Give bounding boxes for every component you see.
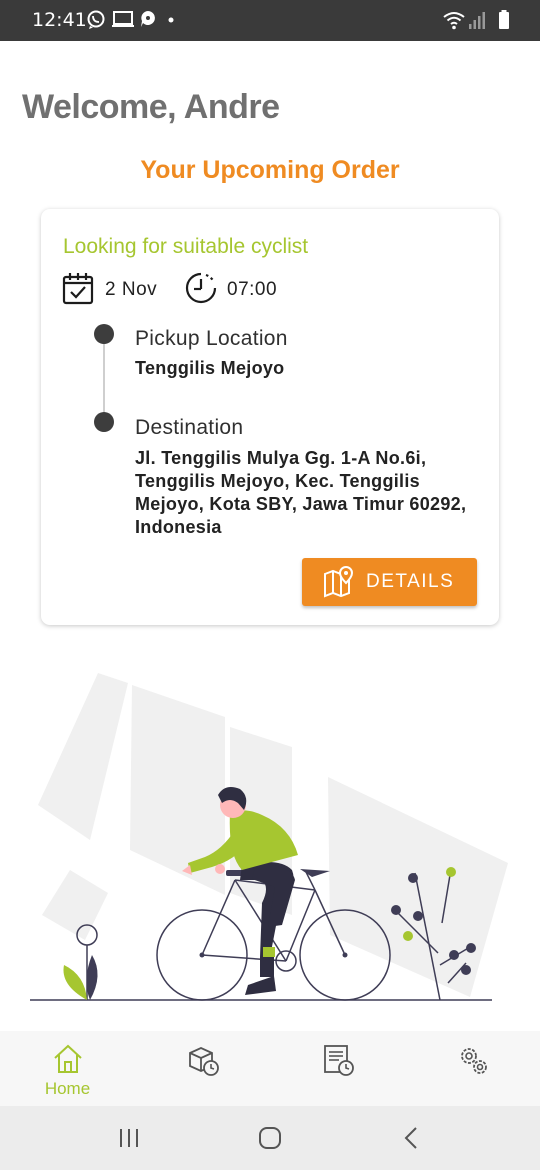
system-home-button[interactable] xyxy=(250,1124,290,1154)
nav-package-history[interactable] xyxy=(135,1031,270,1106)
dot-icon xyxy=(168,17,174,23)
pickup-label: Pickup Location xyxy=(135,327,288,350)
building-panel xyxy=(38,673,128,840)
nav-home[interactable]: Home xyxy=(0,1031,135,1106)
pickup-value: Tenggilis Mejoyo xyxy=(135,358,285,378)
building-panel xyxy=(42,870,108,940)
back-button[interactable] xyxy=(392,1124,432,1154)
signal-icon xyxy=(469,12,485,29)
home-button-icon xyxy=(259,1127,281,1149)
status-bar: 12:41 xyxy=(0,0,540,41)
route-connector xyxy=(103,333,105,421)
nav-settings[interactable] xyxy=(405,1031,540,1106)
nav-home-label: Home xyxy=(44,1079,91,1098)
map-pin-icon xyxy=(324,565,354,598)
destination-value: Jl. Tenggilis Mulya Gg. 1-A No.6i, Tengg… xyxy=(135,448,467,537)
chat-icon xyxy=(141,11,155,27)
package-history-icon xyxy=(188,1047,219,1076)
order-time: 07:00 xyxy=(227,279,278,300)
settings-icon xyxy=(460,1048,487,1074)
details-button-label: DETAILS xyxy=(366,571,455,592)
order-status-text: Looking for suitable cyclist xyxy=(63,235,309,258)
pickup-marker xyxy=(94,324,114,344)
plant-leaf xyxy=(86,955,98,1000)
battery-icon xyxy=(499,10,509,29)
bottom-navigation: Home xyxy=(0,1031,540,1106)
upcoming-order-title: Your Upcoming Order xyxy=(140,156,400,184)
calendar-check-icon xyxy=(62,273,94,305)
details-button[interactable]: DETAILS xyxy=(302,558,477,606)
back-icon xyxy=(404,1127,417,1149)
system-navigation-bar xyxy=(0,1106,540,1170)
recent-apps-button[interactable] xyxy=(110,1124,150,1154)
plant-leaf xyxy=(63,965,87,1000)
destination-marker xyxy=(94,412,114,432)
monitor-icon xyxy=(112,11,134,27)
welcome-heading: Welcome, Andre xyxy=(22,88,280,126)
cyclist-illustration xyxy=(30,673,508,1001)
recent-apps-icon xyxy=(120,1129,138,1147)
clock-icon xyxy=(185,272,217,304)
system-status-icons xyxy=(442,9,512,31)
upcoming-order-card[interactable]: Looking for suitable cyclist 2 Nov 07:00… xyxy=(41,209,499,625)
status-time: 12:41 xyxy=(32,9,87,31)
whatsapp-icon xyxy=(87,10,105,29)
order-history-icon xyxy=(323,1045,354,1076)
home-icon xyxy=(53,1044,82,1073)
nav-order-history[interactable] xyxy=(270,1031,405,1106)
wifi-icon xyxy=(443,12,465,30)
destination-label: Destination xyxy=(135,416,244,439)
order-date: 2 Nov xyxy=(105,279,158,300)
order-schedule: 2 Nov 07:00 xyxy=(61,271,361,307)
